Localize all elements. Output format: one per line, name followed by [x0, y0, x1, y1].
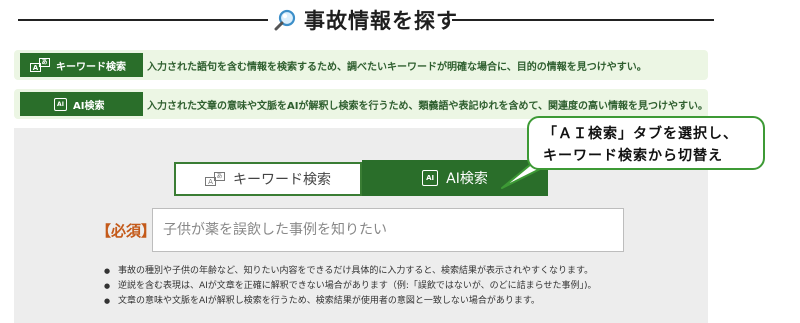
search-input[interactable]: [152, 208, 624, 252]
note-item: 逆説を含む表現は、AIが文章を正確に解釈できない場合があります（例:「誤飲ではな…: [104, 279, 597, 294]
keyword-badge: Aあ キーワード検索: [20, 53, 143, 77]
keyword-icon: Aあ: [30, 58, 50, 72]
keyword-icon: Aあ: [205, 172, 225, 186]
required-label: 【必須】: [96, 222, 157, 240]
title-rule-left: [18, 19, 268, 21]
title-group: 事故情報を探す: [274, 4, 458, 36]
keyword-description: 入力された語句を含む情報を検索するため、調べたいキーワードが明確な場合に、目的の…: [147, 62, 647, 73]
keyword-badge-label: キーワード検索: [56, 61, 126, 73]
search-icon: [274, 9, 296, 31]
tab-ai-label: AI検索: [446, 171, 488, 187]
tab-keyword-search[interactable]: Aあ キーワード検索: [174, 162, 362, 196]
title-rule-right: [452, 19, 714, 21]
ai-chip-icon: AI: [54, 97, 67, 111]
section-header: 事故情報を探す: [0, 0, 800, 40]
callout-line-2: キーワード検索から切替え: [543, 148, 723, 164]
ai-chip-icon: AI: [422, 170, 439, 186]
callout-line-1: 「ＡＩ検索」タブを選択し、: [543, 126, 738, 142]
annotation-callout: 「ＡＩ検索」タブを選択し、 キーワード検索から切替え: [527, 116, 765, 170]
ai-description: 入力された文章の意味や文脈をAIが解釈し検索を行うため、類義語や表記ゆれを含めて…: [147, 101, 708, 112]
ai-badge-label: AI検索: [73, 100, 105, 112]
note-item: 文章の意味や文脈をAIが解釈し検索を行うため、検索結果が使用者の意図と一致しない…: [104, 294, 597, 309]
page-title: 事故情報を探す: [304, 9, 458, 33]
note-item: 事故の種別や子供の年齢など、知りたい内容をできるだけ具体的に入力すると、検索結果…: [104, 264, 597, 279]
info-row-ai: AI AI検索 入力された文章の意味や文脈をAIが解釈し検索を行うため、類義語や…: [14, 89, 708, 119]
tab-keyword-label: キーワード検索: [233, 172, 331, 188]
notes-list: 事故の種別や子供の年齢など、知りたい内容をできるだけ具体的に入力すると、検索結果…: [104, 264, 597, 309]
info-row-keyword: Aあ キーワード検索 入力された語句を含む情報を検索するため、調べたいキーワード…: [14, 50, 708, 80]
ai-badge: AI AI検索: [20, 92, 143, 116]
